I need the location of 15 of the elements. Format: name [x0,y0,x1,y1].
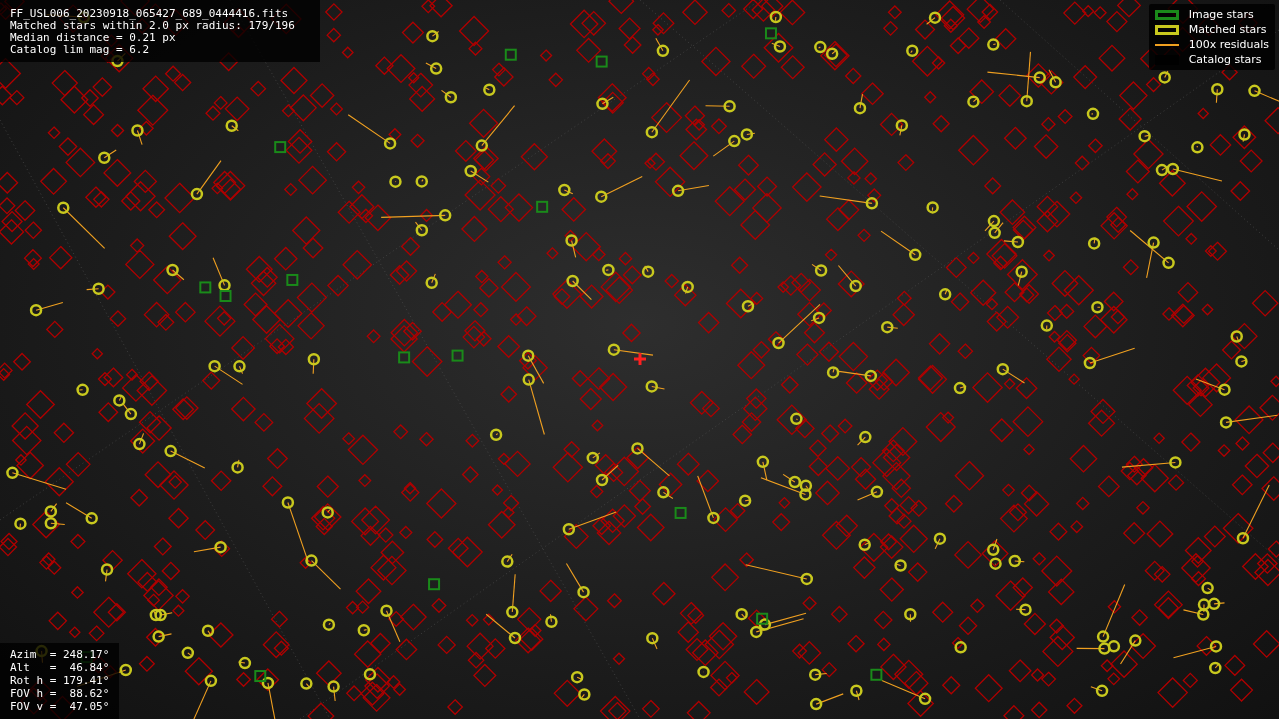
legend-label: Image stars [1188,8,1254,21]
pointing-text: FOV h = 88.62° [10,688,110,700]
info-text: FF_USL006_20230918_065427_689_0444416.fits [10,8,290,20]
rectangle-icon [1154,24,1179,35]
legend-label: Catalog stars [1188,53,1262,66]
pointing-text: Alt = 46.84° [10,662,110,674]
info-text: Catalog lim mag = 6.2 [10,44,151,56]
pointing-text: Rot h = 179.41° [10,675,110,687]
rectangle-icon [1154,9,1179,20]
info-text: Matched stars within 2.0 px radius: 179/196 [10,20,296,32]
info-text: Median distance = 0.21 px [10,32,177,44]
pointing-text: Azim = 248.17° [10,649,110,661]
pointing-text: FOV v = 47.05° [10,701,110,713]
legend-label: Matched stars [1188,23,1267,36]
legend-label: 100x residuals [1188,38,1269,51]
